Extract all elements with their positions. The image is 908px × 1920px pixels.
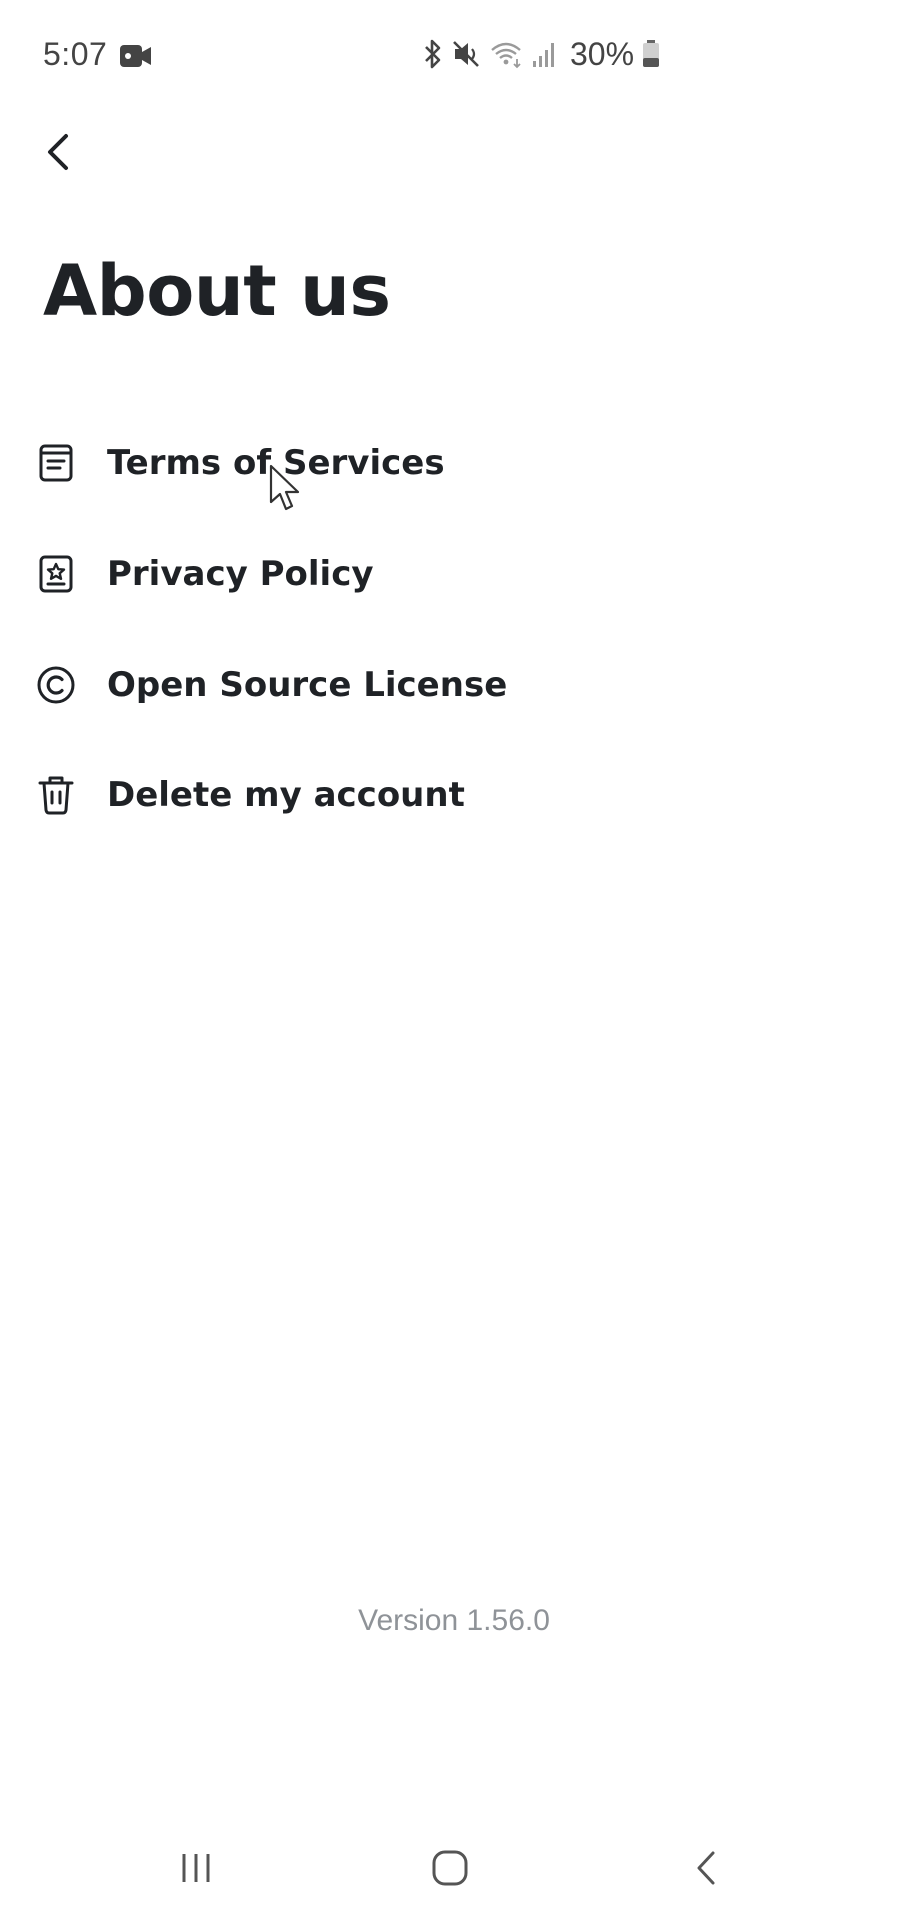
- copyright-icon: [36, 665, 76, 705]
- page-title: About us: [43, 250, 391, 332]
- chevron-left-icon: [44, 132, 72, 177]
- back-button[interactable]: [32, 128, 84, 180]
- version-text: Version 1.56.0: [358, 1604, 550, 1637]
- menu-item-label: Open Source License: [107, 665, 508, 705]
- home-icon: [430, 1848, 470, 1893]
- back-icon: [692, 1848, 720, 1893]
- menu-item-label: Delete my account: [107, 775, 465, 815]
- recents-icon: [178, 1850, 214, 1891]
- battery-percent: 30%: [570, 35, 635, 72]
- navigation-bar: [0, 1830, 908, 1910]
- mute-icon: [452, 39, 482, 69]
- trash-icon: [36, 775, 76, 815]
- status-icons: 30%: [422, 34, 660, 74]
- menu-item-label: Privacy Policy: [107, 554, 374, 594]
- menu-item-terms-of-services[interactable]: Terms of Services: [0, 418, 908, 508]
- bluetooth-icon: [422, 39, 444, 69]
- menu-item-privacy-policy[interactable]: Privacy Policy: [0, 529, 908, 619]
- menu-item-open-source-license[interactable]: Open Source License: [0, 640, 908, 730]
- system-back-button[interactable]: [680, 1844, 732, 1896]
- mouse-cursor-icon: [268, 464, 308, 516]
- document-icon: [36, 443, 76, 483]
- video-camera-icon: [120, 44, 152, 68]
- status-bar: 5:07 30%: [0, 0, 908, 110]
- badge-star-icon: [36, 554, 76, 594]
- wifi-icon: [490, 39, 524, 69]
- home-button[interactable]: [424, 1844, 476, 1896]
- signal-icon: [532, 39, 558, 69]
- recents-button[interactable]: [170, 1844, 222, 1896]
- battery-icon: [642, 39, 660, 69]
- status-time: 5:07: [43, 36, 108, 72]
- menu-item-delete-my-account[interactable]: Delete my account: [0, 750, 908, 840]
